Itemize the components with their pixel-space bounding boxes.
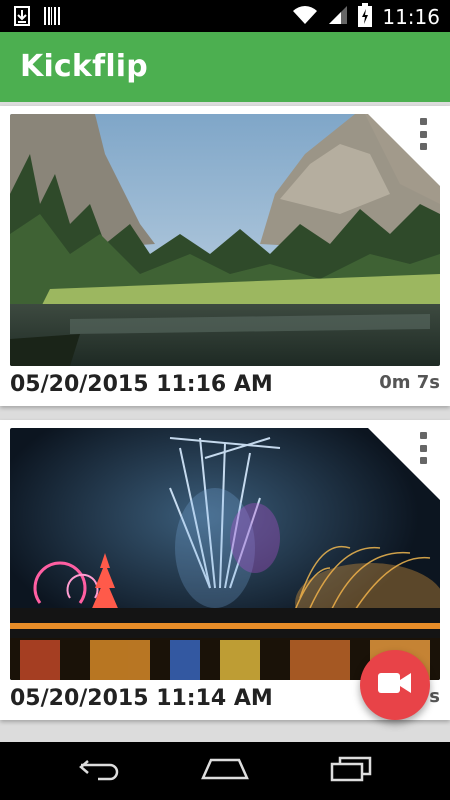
video-list: 05/20/2015 11:16 AM 0m 7s 05/20/2015 11:… bbox=[0, 102, 450, 742]
video-date: 05/20/2015 11:14 AM bbox=[10, 686, 273, 711]
back-icon bbox=[78, 757, 122, 785]
video-date: 05/20/2015 11:16 AM bbox=[10, 372, 273, 397]
barcode-icon bbox=[44, 6, 60, 30]
signal-icon bbox=[328, 5, 348, 29]
overflow-menu-icon[interactable] bbox=[416, 432, 430, 464]
home-button[interactable] bbox=[200, 755, 250, 787]
app-bar: Kickflip bbox=[0, 32, 450, 102]
recents-button[interactable] bbox=[326, 755, 376, 787]
navigation-bar bbox=[0, 742, 450, 800]
download-icon bbox=[14, 6, 30, 30]
wifi-icon bbox=[292, 5, 318, 29]
home-icon bbox=[201, 758, 249, 784]
back-button[interactable] bbox=[75, 755, 125, 787]
battery-charging-icon bbox=[358, 3, 373, 31]
overflow-menu-icon[interactable] bbox=[416, 118, 430, 150]
video-card[interactable]: 05/20/2015 11:16 AM 0m 7s bbox=[0, 106, 450, 406]
video-duration: 0m 7s bbox=[379, 372, 440, 393]
status-time: 11:16 bbox=[382, 5, 440, 29]
record-video-button[interactable] bbox=[360, 650, 430, 720]
app-title: Kickflip bbox=[20, 49, 148, 84]
video-camera-icon bbox=[378, 672, 412, 698]
status-bar: 11:16 bbox=[0, 0, 450, 32]
recents-icon bbox=[330, 756, 372, 786]
